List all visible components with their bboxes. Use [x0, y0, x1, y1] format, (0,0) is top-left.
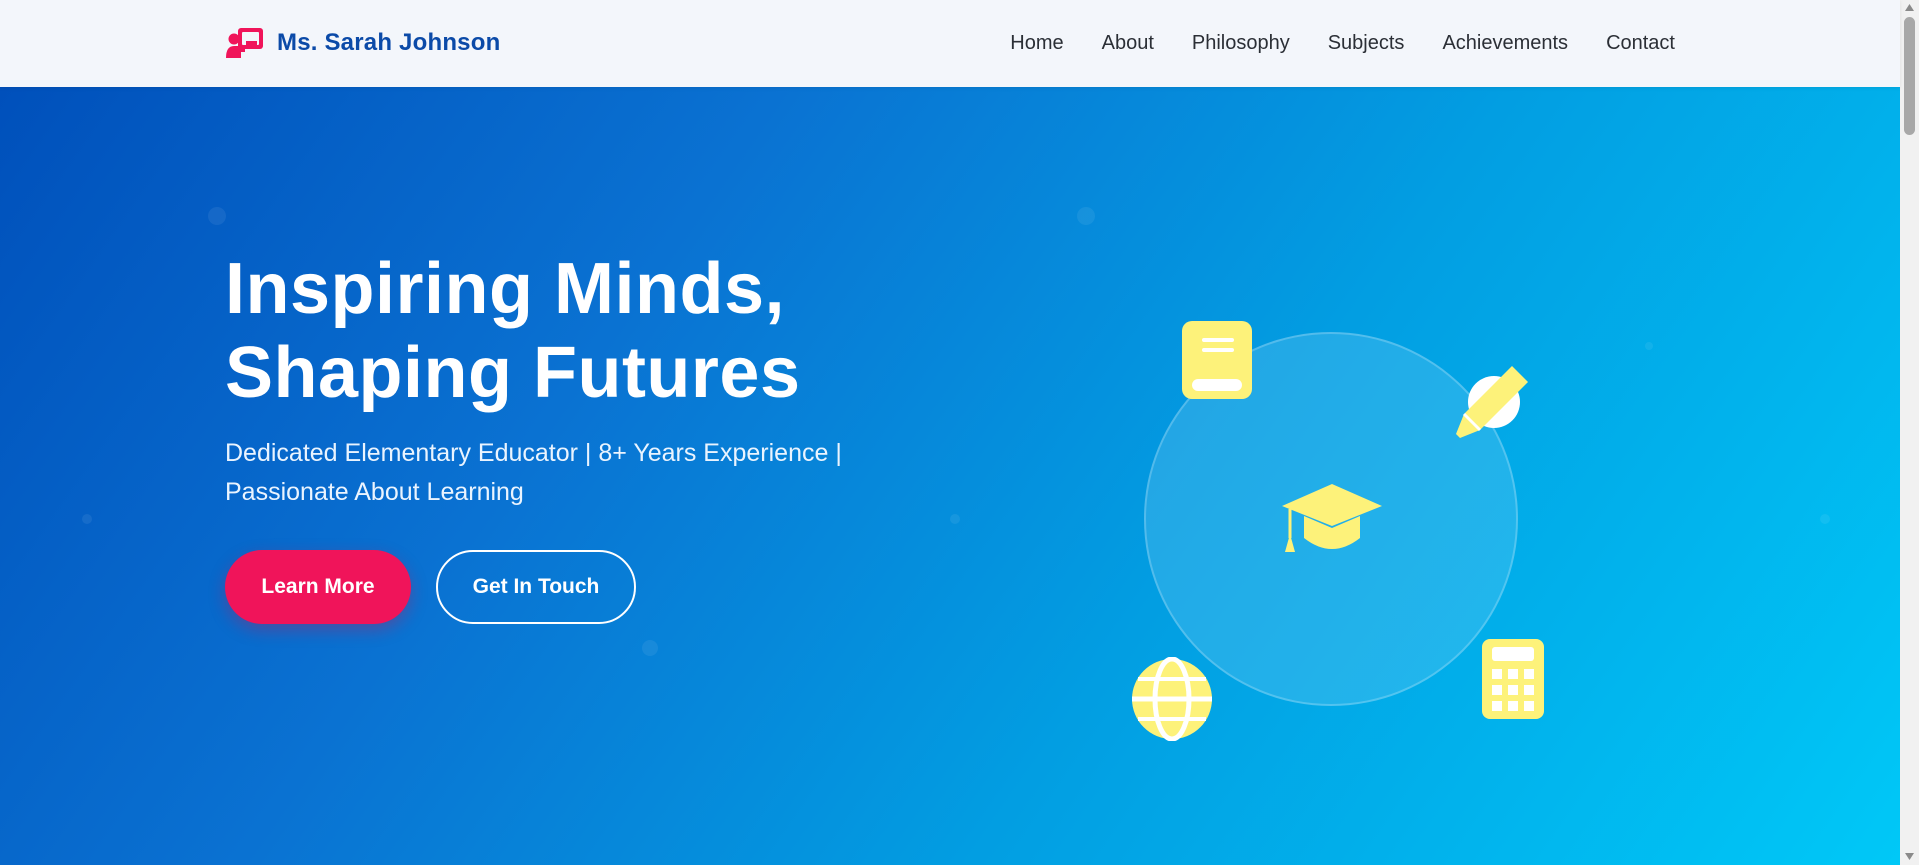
calculator-icon: [1482, 639, 1544, 719]
nav-menu: Home About Philosophy Subjects Achieveme…: [1010, 0, 1675, 87]
background-dot: [82, 514, 92, 524]
background-dot: [642, 640, 658, 656]
background-dot: [1820, 514, 1830, 524]
nav-subjects[interactable]: Subjects: [1328, 32, 1405, 54]
book-icon: [1182, 321, 1252, 399]
background-dot: [950, 514, 960, 524]
scrollbar-thumb[interactable]: [1904, 17, 1915, 135]
nav-about[interactable]: About: [1102, 32, 1154, 54]
hero-illustration: [1110, 207, 1570, 767]
globe-icon: [1132, 657, 1212, 741]
chalkboard-teacher-icon: [226, 28, 263, 58]
background-dot: [1645, 342, 1653, 350]
background-dot: [208, 207, 226, 225]
scroll-down-arrow-icon[interactable]: [1904, 852, 1915, 861]
hero-title-line-1: Inspiring Minds,: [225, 249, 785, 329]
scroll-up-arrow-icon[interactable]: [1904, 3, 1915, 12]
nav-contact[interactable]: Contact: [1606, 32, 1675, 54]
nav-home[interactable]: Home: [1010, 32, 1063, 54]
graduation-cap-icon: [1282, 484, 1382, 552]
brand-name: Ms. Sarah Johnson: [277, 29, 501, 56]
brand-link[interactable]: Ms. Sarah Johnson: [225, 24, 500, 62]
scrollbar[interactable]: [1900, 0, 1919, 865]
navbar: Ms. Sarah Johnson Home About Philosophy …: [0, 0, 1900, 87]
hero-section: Inspiring Minds, Shaping Futures Dedicat…: [0, 87, 1900, 865]
background-dot: [1077, 207, 1095, 225]
nav-achievements[interactable]: Achievements: [1442, 32, 1568, 54]
get-in-touch-button[interactable]: Get In Touch: [436, 550, 636, 624]
hero-title: Inspiring Minds, Shaping Futures: [225, 247, 925, 415]
hero-subtitle: Dedicated Elementary Educator | 8+ Years…: [225, 439, 842, 506]
pencil-icon: [1456, 366, 1528, 438]
hero-title-line-2: Shaping Futures: [225, 333, 801, 413]
learn-more-button[interactable]: Learn More: [225, 550, 411, 624]
nav-philosophy[interactable]: Philosophy: [1192, 32, 1290, 54]
